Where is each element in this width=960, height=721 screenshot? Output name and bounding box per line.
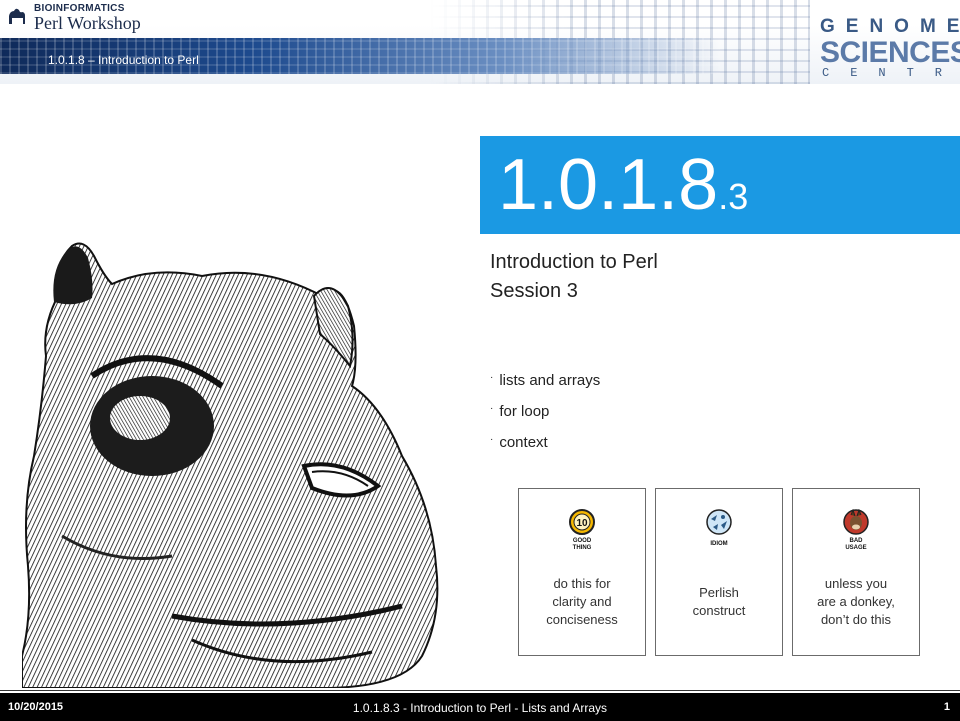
camel-head-illustration [22, 242, 439, 688]
footer-page-number: 1 [943, 701, 950, 713]
icon-label-line1: BAD [849, 538, 863, 544]
bad-usage-label: BAD USAGE [793, 538, 919, 552]
card-description: do this for clarity and conciseness [519, 575, 645, 629]
icon-label-line2: USAGE [845, 545, 867, 551]
slide-number: 1.0.1.8.3 [498, 144, 748, 238]
topic-list: · lists and arrays · for loop · context [490, 366, 600, 459]
good-thing-label: GOOD THING [519, 538, 645, 552]
logo-sciences-text: SCIENCES [820, 36, 960, 69]
topic-label: for loop [499, 403, 550, 420]
idiom-icon [706, 509, 732, 535]
header-banner: BIOINFORMATICS Perl Workshop 1.0.1.8 – I… [0, 0, 960, 84]
slide-title-line1: Introduction to Perl [490, 251, 658, 273]
good-thing-10-icon: 10 [569, 509, 595, 535]
footer-bar: 10/20/2015 1.0.1.8.3 - Introduction to P… [0, 690, 960, 721]
idiom-label: IDIOM [656, 541, 782, 548]
slide-number-main: 1.0.1.8 [498, 145, 719, 225]
card-desc-line: don’t do this [820, 612, 892, 627]
icon-label-line1: IDIOM [710, 541, 728, 547]
topic-label: lists and arrays [499, 372, 601, 389]
bullet-icon: · [490, 403, 494, 414]
card-desc-line: Perlish [699, 585, 739, 600]
card-desc-line: conciseness [546, 612, 618, 627]
bad-usage-donkey-icon [843, 509, 869, 535]
genome-sciences-centre-logo: GENOME SCIENCES CENTRE [816, 14, 960, 84]
slide-number-banner: 1.0.1.8.3 [480, 136, 960, 234]
card-desc-line: are a donkey, [817, 594, 895, 609]
card-description: unless you are a donkey, don’t do this [793, 575, 919, 629]
footer-title: 1.0.1.8.3 - Introduction to Perl - Lists… [352, 701, 608, 715]
svg-text:10: 10 [576, 518, 588, 529]
logo-genome-text: GENOME [820, 16, 960, 37]
card-desc-line: clarity and [552, 594, 612, 609]
bullet-icon: · [490, 372, 494, 383]
topic-item: · context [490, 428, 600, 459]
card-desc-line: construct [692, 603, 746, 618]
card-desc-line: unless you [824, 576, 888, 591]
legend-card-idiom: IDIOM Perlish construct [655, 488, 783, 656]
bullet-icon: · [490, 434, 494, 445]
workshop-name-label: Perl Workshop [34, 13, 141, 33]
bioinformatics-logo: BIOINFORMATICS Perl Workshop [6, 2, 156, 34]
slide-title-line2: Session 3 [490, 280, 578, 302]
legend-card-bad-usage: BAD USAGE unless you are a donkey, don’t… [792, 488, 920, 656]
camel-logo-icon [9, 8, 25, 24]
icon-label-line2: THING [572, 545, 592, 551]
icon-label-line1: GOOD [572, 538, 592, 544]
slide-title: Introduction to Perl Session 3 [490, 248, 658, 306]
footer-divider [0, 691, 960, 693]
topic-item: · lists and arrays [490, 366, 600, 397]
card-desc-line: do this for [553, 576, 611, 591]
topic-label: context [499, 434, 548, 451]
card-description: Perlish construct [656, 584, 782, 620]
legend-card-good-thing: 10 GOOD THING do this for clarity and co… [518, 488, 646, 656]
slide-number-sub: .3 [718, 176, 749, 217]
topic-item: · for loop [490, 397, 600, 428]
logo-centre-text: CENTRE [822, 66, 960, 80]
breadcrumb: 1.0.1.8 – Introduction to Perl [48, 53, 199, 67]
